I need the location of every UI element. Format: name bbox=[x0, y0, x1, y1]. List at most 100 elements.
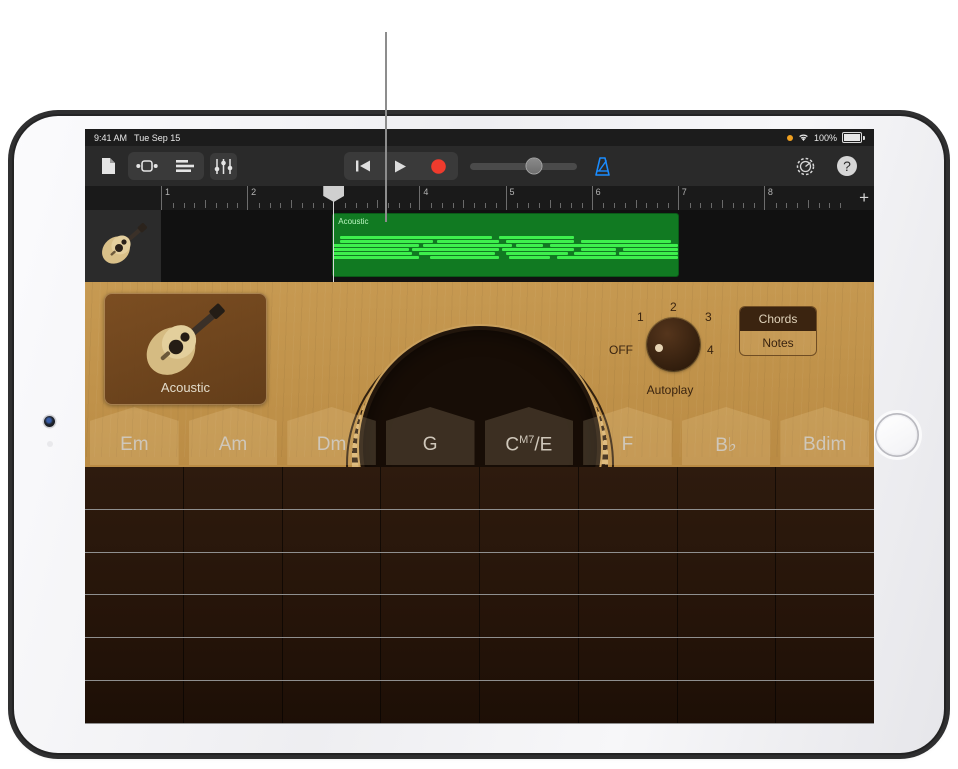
string-cell[interactable] bbox=[184, 638, 283, 680]
master-volume-slider[interactable] bbox=[470, 163, 577, 170]
autoplay-label-2[interactable]: 2 bbox=[670, 300, 677, 314]
master-volume-knob[interactable] bbox=[526, 159, 541, 174]
chord-button[interactable]: Em bbox=[85, 407, 184, 467]
string-cell[interactable] bbox=[85, 638, 184, 680]
string-cell[interactable] bbox=[480, 595, 579, 637]
string-cell[interactable] bbox=[381, 467, 480, 509]
string-cell[interactable] bbox=[381, 638, 480, 680]
autoplay-label-1[interactable]: 1 bbox=[637, 310, 644, 324]
string-cell[interactable] bbox=[678, 681, 777, 723]
mode-option-notes[interactable]: Notes bbox=[740, 331, 816, 355]
guitar-string-row[interactable] bbox=[85, 553, 874, 596]
chord-button[interactable]: CM7/E bbox=[480, 407, 579, 467]
string-cell[interactable] bbox=[480, 553, 579, 595]
string-cell[interactable] bbox=[678, 467, 777, 509]
string-cell[interactable] bbox=[85, 595, 184, 637]
ruler-scale[interactable]: 12345678 bbox=[161, 186, 850, 210]
string-cell[interactable] bbox=[776, 510, 874, 552]
chord-label: F bbox=[578, 434, 677, 456]
string-cell[interactable] bbox=[85, 510, 184, 552]
string-cell[interactable] bbox=[283, 595, 382, 637]
metronome-button[interactable] bbox=[589, 153, 616, 180]
string-cell[interactable] bbox=[480, 467, 579, 509]
guitar-string-row[interactable] bbox=[85, 681, 874, 724]
ruler-tick bbox=[442, 203, 443, 208]
help-button[interactable]: ? bbox=[833, 153, 860, 180]
string-cell[interactable] bbox=[678, 510, 777, 552]
string-cell[interactable] bbox=[480, 510, 579, 552]
chord-button[interactable]: Dm bbox=[282, 407, 381, 467]
instrument-card-label: Acoustic bbox=[104, 380, 267, 395]
mixer-button[interactable] bbox=[210, 153, 237, 180]
mode-option-chords[interactable]: Chords bbox=[740, 307, 816, 331]
guitar-string-row[interactable] bbox=[85, 595, 874, 638]
string-cell[interactable] bbox=[381, 595, 480, 637]
record-button[interactable] bbox=[420, 152, 458, 180]
string-cell[interactable] bbox=[283, 681, 382, 723]
string-cell[interactable] bbox=[579, 553, 678, 595]
instrument-selector-card[interactable]: Acoustic bbox=[104, 293, 267, 405]
string-cell[interactable] bbox=[184, 681, 283, 723]
ruler-tick bbox=[216, 203, 217, 208]
string-cell[interactable] bbox=[381, 553, 480, 595]
string-cell[interactable] bbox=[184, 595, 283, 637]
chord-button[interactable]: G bbox=[381, 407, 480, 467]
track-header[interactable] bbox=[85, 210, 161, 283]
string-cell[interactable] bbox=[776, 553, 874, 595]
string-cell[interactable] bbox=[579, 467, 678, 509]
chord-button[interactable]: F bbox=[578, 407, 677, 467]
autoplay-label-off[interactable]: OFF bbox=[609, 343, 633, 357]
chord-button[interactable]: Bdim bbox=[775, 407, 874, 467]
guitar-string-row[interactable] bbox=[85, 467, 874, 510]
string-cell[interactable] bbox=[579, 510, 678, 552]
string-cell[interactable] bbox=[579, 595, 678, 637]
ruler-tick bbox=[614, 203, 615, 208]
instrument-browser-icon-button[interactable] bbox=[128, 152, 166, 180]
guitar-string-row[interactable] bbox=[85, 638, 874, 681]
string-cell[interactable] bbox=[85, 681, 184, 723]
string-cell[interactable] bbox=[776, 681, 874, 723]
string-cell[interactable] bbox=[283, 467, 382, 509]
string-cell[interactable] bbox=[85, 467, 184, 509]
ruler-tick bbox=[668, 203, 669, 208]
string-cell[interactable] bbox=[283, 638, 382, 680]
midi-note bbox=[574, 252, 615, 255]
autoplay-control[interactable]: OFF 1 2 3 4 Autoplay bbox=[615, 298, 725, 396]
string-cell[interactable] bbox=[184, 467, 283, 509]
string-cell[interactable] bbox=[776, 638, 874, 680]
rewind-button[interactable] bbox=[344, 152, 382, 180]
string-cell[interactable] bbox=[776, 595, 874, 637]
midi-region[interactable]: Acoustic bbox=[333, 214, 678, 276]
string-cell[interactable] bbox=[184, 510, 283, 552]
string-cell[interactable] bbox=[283, 510, 382, 552]
chord-button[interactable]: B♭ bbox=[677, 407, 776, 467]
string-cell[interactable] bbox=[480, 681, 579, 723]
string-cell[interactable] bbox=[184, 553, 283, 595]
midi-note bbox=[550, 244, 677, 247]
tracks-view-button[interactable] bbox=[166, 152, 204, 180]
string-cell[interactable] bbox=[678, 595, 777, 637]
home-button[interactable] bbox=[875, 413, 919, 457]
track-lane[interactable]: Acoustic bbox=[161, 210, 874, 282]
settings-button[interactable] bbox=[792, 153, 819, 180]
autoplay-label-4[interactable]: 4 bbox=[707, 343, 714, 357]
string-cell[interactable] bbox=[579, 638, 678, 680]
timeline-ruler[interactable]: 12345678 + bbox=[85, 186, 874, 210]
string-cell[interactable] bbox=[776, 467, 874, 509]
my-songs-button[interactable] bbox=[95, 153, 122, 180]
string-cell[interactable] bbox=[678, 553, 777, 595]
string-cell[interactable] bbox=[381, 510, 480, 552]
string-cell[interactable] bbox=[678, 638, 777, 680]
string-cell[interactable] bbox=[480, 638, 579, 680]
chord-button[interactable]: Am bbox=[184, 407, 283, 467]
string-cell[interactable] bbox=[579, 681, 678, 723]
guitar-string-row[interactable] bbox=[85, 510, 874, 553]
playhead[interactable] bbox=[333, 186, 334, 210]
autoplay-label-3[interactable]: 3 bbox=[705, 310, 712, 324]
autoplay-knob[interactable] bbox=[647, 318, 700, 371]
play-button[interactable] bbox=[382, 152, 420, 180]
add-section-button[interactable]: + bbox=[859, 189, 869, 206]
string-cell[interactable] bbox=[283, 553, 382, 595]
string-cell[interactable] bbox=[381, 681, 480, 723]
string-cell[interactable] bbox=[85, 553, 184, 595]
